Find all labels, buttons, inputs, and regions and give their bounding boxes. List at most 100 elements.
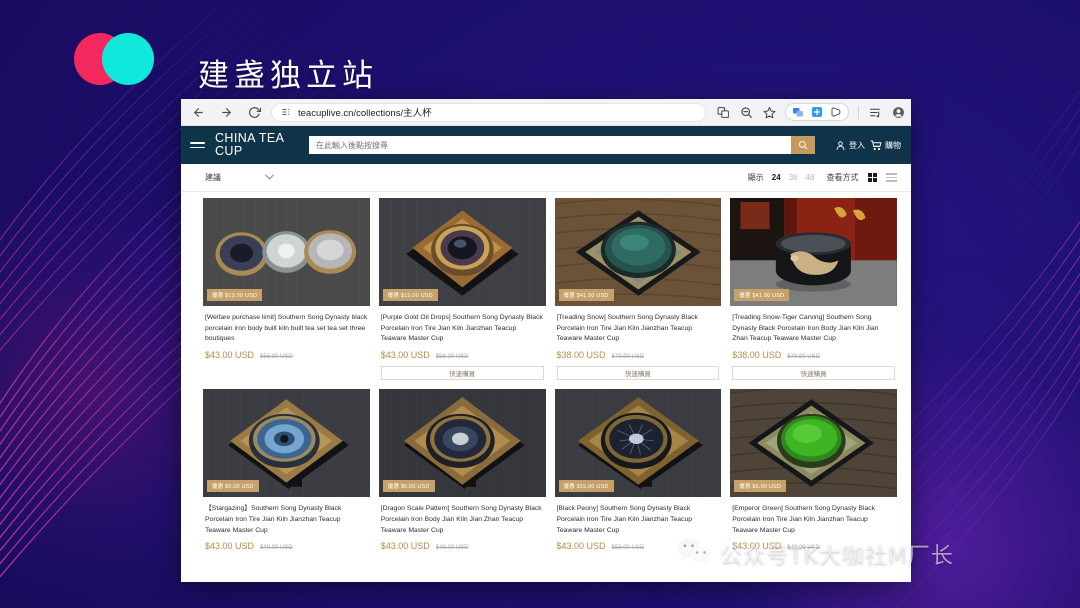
- sort-dropdown[interactable]: 建議: [205, 172, 274, 183]
- view-label: 查看方式: [826, 173, 859, 182]
- product-image[interactable]: 優惠 $41.90 USD: [730, 198, 897, 306]
- extensions-pill: [785, 103, 849, 121]
- product-compare-price: $79.90 USD: [787, 354, 820, 361]
- reload-icon[interactable]: [243, 101, 265, 123]
- product-discount-badge: 優惠 $15.00 USD: [382, 289, 438, 301]
- profile-avatar-icon[interactable]: [891, 105, 905, 119]
- product-card[interactable]: 優惠 $6.00 USD [Emperor Green] Southern So…: [730, 389, 897, 557]
- logo-circle-cyan-icon: [102, 33, 154, 85]
- extension-blue-icon[interactable]: [792, 106, 804, 118]
- product-grid: 優惠 $13.00 USD [Welfare purchase limit] S…: [181, 192, 911, 557]
- product-compare-price: $49.00 USD: [435, 545, 469, 552]
- shopping-cart-icon: [870, 140, 882, 151]
- product-card[interactable]: 優惠 $6.00 USD [Dragon Scale Pattern] Sout…: [378, 389, 546, 557]
- product-card[interactable]: 優惠 $15.00 USD [Purple Gold Oil Drops] So…: [378, 198, 546, 386]
- product-compare-price: $49.00 USD: [787, 545, 820, 552]
- product-discount-badge: 優惠 $6.00 USD: [734, 480, 787, 493]
- brand-logo: [74, 31, 156, 87]
- product-discount-badge: 優惠 $13.00 USD: [207, 289, 263, 301]
- quick-buy-button[interactable]: 快速購買: [556, 366, 720, 381]
- product-price: $38.00 USD: [556, 350, 606, 361]
- product-card[interactable]: 優惠 $13.00 USD [Welfare purchase limit] S…: [203, 198, 370, 386]
- bookmark-star-icon[interactable]: [762, 105, 776, 119]
- hamburger-menu-icon[interactable]: [190, 142, 205, 148]
- show-option-48[interactable]: 48: [806, 173, 815, 182]
- product-title[interactable]: [Emperor Green] Southern Song Dynasty Bl…: [732, 504, 895, 536]
- search-submit-button[interactable]: [791, 136, 815, 154]
- reading-list-icon[interactable]: [868, 105, 882, 119]
- user-icon: [836, 140, 845, 150]
- product-title[interactable]: [Dragon Scale Pattern] Southern Song Dyn…: [381, 504, 544, 536]
- page-title: 建盏独立站: [198, 58, 378, 94]
- product-price-row: $38.00 USD $79.90 USD: [732, 350, 895, 360]
- chevron-down-icon: [265, 173, 274, 182]
- back-arrow-icon[interactable]: [187, 101, 209, 123]
- view-mode-group: 查看方式: [826, 172, 897, 183]
- product-card[interactable]: 優惠 $15.00 USD [Black Peony] Southern Son…: [554, 389, 722, 557]
- page-info-icon[interactable]: [281, 107, 292, 117]
- address-bar-url: teacuplive.cn/collections/主人杯: [298, 108, 432, 119]
- product-price: $43.00 USD: [380, 541, 430, 552]
- product-image[interactable]: 優惠 $15.00 USD: [378, 198, 546, 306]
- search-input[interactable]: [309, 136, 791, 154]
- product-title[interactable]: [Welfare purchase limit] Southern Song D…: [205, 313, 368, 345]
- show-count-group: 顯示 24 36 48: [748, 172, 815, 183]
- product-title[interactable]: [Treading Snow-Tiger Carving] Southern S…: [732, 313, 895, 345]
- product-card[interactable]: 優惠 $6.00 USD 【Stargazing】Southern Song D…: [203, 389, 370, 557]
- product-discount-badge: 優惠 $41.90 USD: [558, 289, 614, 301]
- browser-window: teacuplive.cn/collections/主人杯 CHINA TEA …: [181, 99, 911, 582]
- product-title[interactable]: 【Stargazing】Southern Song Dynasty Black …: [205, 504, 368, 536]
- product-image[interactable]: 優惠 $6.00 USD: [730, 389, 897, 498]
- product-discount-badge: 優惠 $41.90 USD: [734, 289, 790, 301]
- product-discount-badge: 優惠 $6.00 USD: [382, 480, 435, 493]
- product-compare-price: $56.00 USD: [260, 354, 293, 361]
- show-label: 顯示: [747, 173, 764, 182]
- product-card[interactable]: 優惠 $41.90 USD [Treading Snow] Southern S…: [554, 198, 722, 386]
- product-price-row: $38.00 USD $79.90 USD: [557, 350, 720, 360]
- product-price-row: $43.00 USD $58.00 USD: [381, 350, 544, 360]
- show-option-24[interactable]: 24: [772, 173, 781, 182]
- product-title[interactable]: [Treading Snow] Southern Song Dynasty Bl…: [557, 313, 720, 345]
- product-title[interactable]: [Black Peony] Southern Song Dynasty Blac…: [557, 504, 720, 536]
- toolbar-right-group: 顯示 24 36 48 查看方式: [748, 172, 897, 183]
- product-discount-badge: 優惠 $6.00 USD: [207, 480, 259, 493]
- quick-buy-button[interactable]: 快速購買: [732, 366, 895, 381]
- forward-arrow-icon[interactable]: [215, 101, 237, 123]
- slide-canvas: 建盏独立站 teacuplive.cn/collections/主人杯 CHIN…: [0, 0, 1080, 608]
- product-card[interactable]: 優惠 $41.90 USD [Treading Snow-Tiger Carvi…: [730, 198, 897, 386]
- product-price: $43.00 USD: [732, 541, 782, 552]
- product-compare-price: $79.90 USD: [611, 354, 645, 361]
- account-link[interactable]: 登入: [835, 140, 865, 151]
- collection-toolbar: 建議 顯示 24 36 48 查看方式: [181, 164, 911, 192]
- toolbar-divider: [858, 105, 859, 119]
- product-price-row: $43.00 USD $56.00 USD: [205, 350, 368, 360]
- product-compare-price: $49.00 USD: [260, 545, 293, 552]
- product-image[interactable]: 優惠 $15.00 USD: [554, 389, 722, 498]
- product-price-row: $43.00 USD $58.00 USD: [557, 541, 720, 551]
- product-image[interactable]: 優惠 $41.90 USD: [554, 198, 722, 306]
- list-view-icon[interactable]: [886, 173, 897, 182]
- site-search: [309, 136, 815, 154]
- product-image[interactable]: 優惠 $6.00 USD: [203, 389, 370, 498]
- product-image[interactable]: 優惠 $6.00 USD: [378, 389, 546, 498]
- product-discount-badge: 優惠 $15.00 USD: [558, 480, 614, 493]
- address-bar[interactable]: teacuplive.cn/collections/主人杯: [271, 102, 706, 122]
- header-actions: 登入 購物: [835, 139, 901, 151]
- product-price: $43.00 USD: [205, 350, 255, 361]
- product-price: $43.00 USD: [205, 541, 255, 552]
- product-price-row: $43.00 USD $49.00 USD: [732, 541, 895, 551]
- translate-icon[interactable]: [716, 105, 730, 119]
- cart-link[interactable]: 購物: [870, 139, 901, 151]
- browser-chrome-toolbar: teacuplive.cn/collections/主人杯: [181, 99, 911, 126]
- add-extension-icon[interactable]: [811, 106, 823, 118]
- quick-buy-button[interactable]: 快速購買: [380, 366, 544, 381]
- grid-view-icon[interactable]: [867, 172, 877, 183]
- show-option-36[interactable]: 36: [789, 173, 798, 182]
- product-title[interactable]: [Purple Gold Oil Drops] Southern Song Dy…: [381, 313, 544, 345]
- product-compare-price: $58.00 USD: [435, 354, 469, 361]
- site-brand-name[interactable]: CHINA TEA CUP: [215, 131, 299, 159]
- product-image[interactable]: 優惠 $13.00 USD: [203, 198, 370, 306]
- zoom-out-icon[interactable]: [739, 105, 753, 119]
- sort-dropdown-label: 建議: [205, 173, 221, 182]
- side-panel-icon[interactable]: [830, 106, 842, 118]
